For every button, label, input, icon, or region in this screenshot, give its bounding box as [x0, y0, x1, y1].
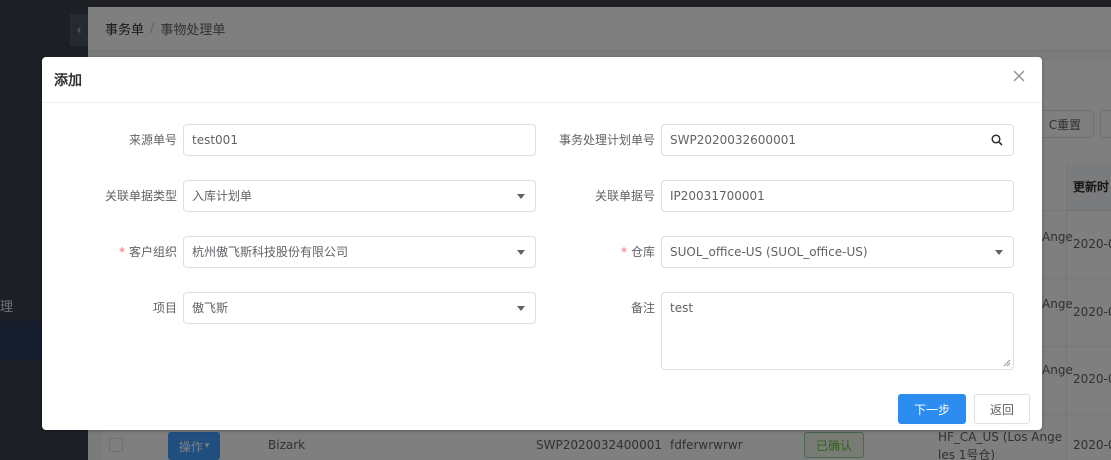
form-item-source-no: 来源单号 test001 — [43, 124, 536, 156]
source-no-input[interactable]: test001 — [183, 124, 536, 156]
form-item-related-type: 关联单据类型 入库计划单 — [43, 180, 536, 212]
warehouse-value: SUOL_office-US (SUOL_office-US) — [670, 245, 868, 259]
dialog-header: 添加 — [42, 57, 1042, 103]
plan-no-input[interactable]: SWP2020032600001 — [661, 124, 1014, 156]
warehouse-select[interactable]: SUOL_office-US (SUOL_office-US) — [661, 236, 1014, 268]
back-button[interactable]: 返回 — [974, 394, 1030, 424]
required-mark: * — [118, 245, 125, 259]
plan-no-value: SWP2020032600001 — [670, 133, 796, 147]
warehouse-label: * 仓库 — [521, 236, 661, 268]
next-step-button[interactable]: 下一步 — [898, 394, 966, 424]
source-no-label: 来源单号 — [128, 133, 177, 147]
remark-label: 备注 — [630, 301, 655, 315]
warehouse-label-text: 仓库 — [630, 245, 655, 259]
form-item-plan-no: 事务处理计划单号 SWP2020032600001 — [521, 124, 1014, 156]
resize-handle-icon[interactable] — [1003, 359, 1011, 367]
remark-value: test — [670, 301, 694, 315]
plan-no-label: 事务处理计划单号 — [558, 133, 655, 147]
form-item-related-no: 关联单据号 IP20031700001 — [521, 180, 1014, 212]
related-type-label: 关联单据类型 — [104, 189, 177, 203]
customer-org-label: * 客户组织 — [43, 236, 183, 268]
project-value: 傲飞斯 — [192, 301, 229, 315]
form-item-project: 项目 傲飞斯 — [43, 292, 536, 324]
close-icon[interactable] — [1010, 69, 1028, 87]
project-label: 项目 — [152, 301, 177, 315]
customer-org-select[interactable]: 杭州傲飞斯科技股份有限公司 — [183, 236, 536, 268]
customer-org-label-text: 客户组织 — [128, 245, 177, 259]
form-item-warehouse: * 仓库 SUOL_office-US (SUOL_office-US) — [521, 236, 1014, 268]
form-item-remark: 备注 test — [521, 292, 1014, 370]
required-mark: * — [620, 245, 627, 259]
caret-down-icon — [995, 237, 1003, 267]
customer-org-value: 杭州傲飞斯科技股份有限公司 — [192, 245, 349, 259]
related-no-input[interactable]: IP20031700001 — [661, 180, 1014, 212]
related-type-value: 入库计划单 — [192, 189, 253, 203]
remark-textarea[interactable]: test — [661, 292, 1014, 370]
project-select[interactable]: 傲飞斯 — [183, 292, 536, 324]
add-dialog: 添加 来源单号 test001 事务处理计划单号 SWP202003260000… — [42, 57, 1042, 430]
related-type-select[interactable]: 入库计划单 — [183, 180, 536, 212]
dialog-title: 添加 — [54, 72, 82, 89]
search-icon[interactable] — [991, 125, 1003, 155]
related-no-label: 关联单据号 — [594, 189, 655, 203]
form-item-customer-org: * 客户组织 杭州傲飞斯科技股份有限公司 — [43, 236, 536, 268]
